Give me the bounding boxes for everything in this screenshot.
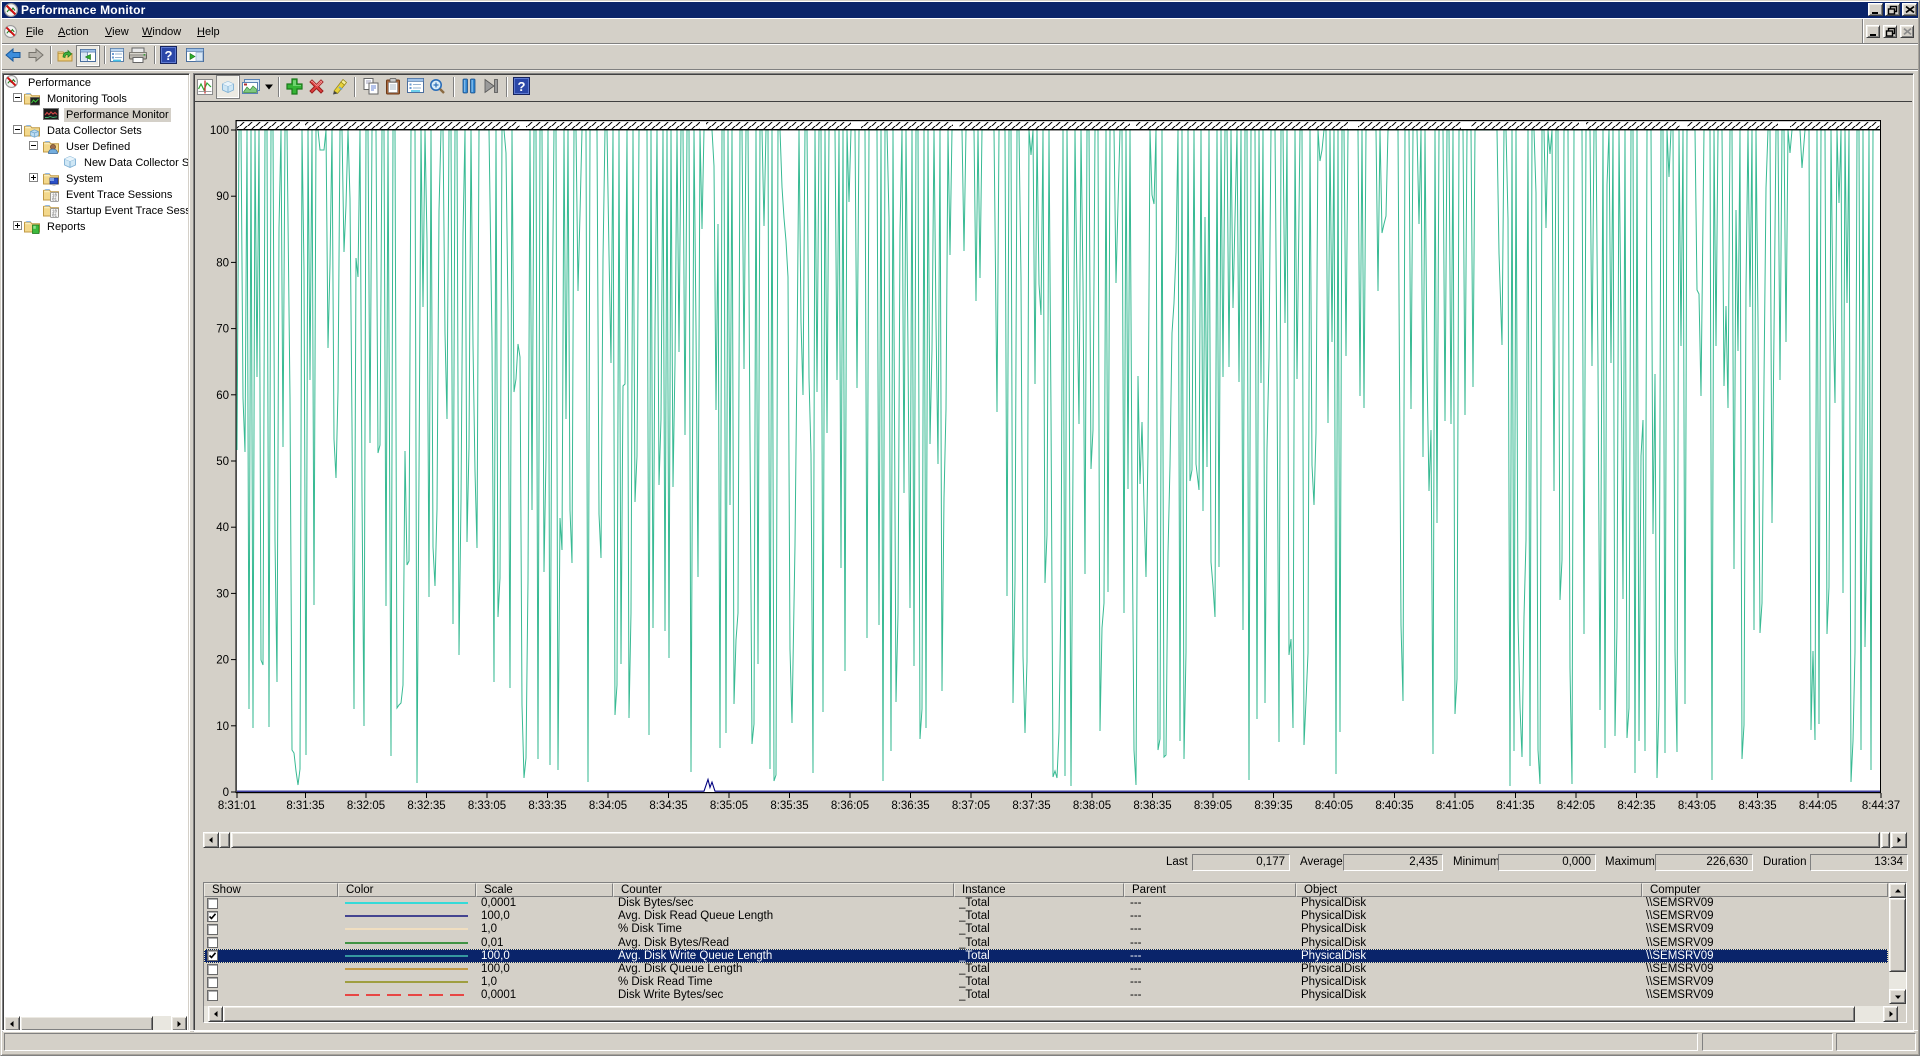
svg-text:20: 20 (216, 655, 229, 667)
svg-text:30: 30 (216, 588, 229, 600)
svg-text:8:38:35: 8:38:35 (1133, 800, 1171, 812)
svg-text:8:44:05: 8:44:05 (1799, 800, 1837, 812)
svg-text:8:35:05: 8:35:05 (710, 800, 748, 812)
svg-text:8:43:35: 8:43:35 (1738, 800, 1776, 812)
svg-text:8:40:35: 8:40:35 (1375, 800, 1413, 812)
svg-text:8:39:05: 8:39:05 (1194, 800, 1232, 812)
svg-text:8:31:35: 8:31:35 (286, 800, 324, 812)
svg-text:8:34:05: 8:34:05 (589, 800, 627, 812)
svg-text:8:43:05: 8:43:05 (1678, 800, 1716, 812)
svg-text:100: 100 (210, 125, 229, 137)
svg-text:8:31:01: 8:31:01 (218, 800, 256, 812)
svg-text:8:32:35: 8:32:35 (407, 800, 445, 812)
svg-text:8:40:05: 8:40:05 (1315, 800, 1353, 812)
svg-text:8:32:05: 8:32:05 (347, 800, 385, 812)
svg-text:50: 50 (216, 456, 229, 468)
svg-text:8:38:05: 8:38:05 (1073, 800, 1111, 812)
svg-text:90: 90 (216, 191, 229, 203)
svg-text:8:41:05: 8:41:05 (1436, 800, 1474, 812)
svg-text:8:42:05: 8:42:05 (1557, 800, 1595, 812)
svg-text:8:37:05: 8:37:05 (952, 800, 990, 812)
svg-text:80: 80 (216, 257, 229, 269)
svg-text:8:41:35: 8:41:35 (1496, 800, 1534, 812)
svg-text:8:35:35: 8:35:35 (770, 800, 808, 812)
svg-text:8:42:35: 8:42:35 (1617, 800, 1655, 812)
svg-text:40: 40 (216, 522, 229, 534)
svg-text:8:44:37: 8:44:37 (1862, 800, 1900, 812)
svg-text:8:33:05: 8:33:05 (468, 800, 506, 812)
svg-text:8:34:35: 8:34:35 (649, 800, 687, 812)
svg-text:0: 0 (223, 787, 229, 799)
svg-text:8:37:35: 8:37:35 (1012, 800, 1050, 812)
svg-text:10: 10 (216, 721, 229, 733)
svg-text:60: 60 (216, 390, 229, 402)
svg-text:8:33:35: 8:33:35 (528, 800, 566, 812)
svg-text:70: 70 (216, 324, 229, 336)
svg-text:8:36:35: 8:36:35 (891, 800, 929, 812)
svg-text:8:36:05: 8:36:05 (831, 800, 869, 812)
svg-text:8:39:35: 8:39:35 (1254, 800, 1292, 812)
